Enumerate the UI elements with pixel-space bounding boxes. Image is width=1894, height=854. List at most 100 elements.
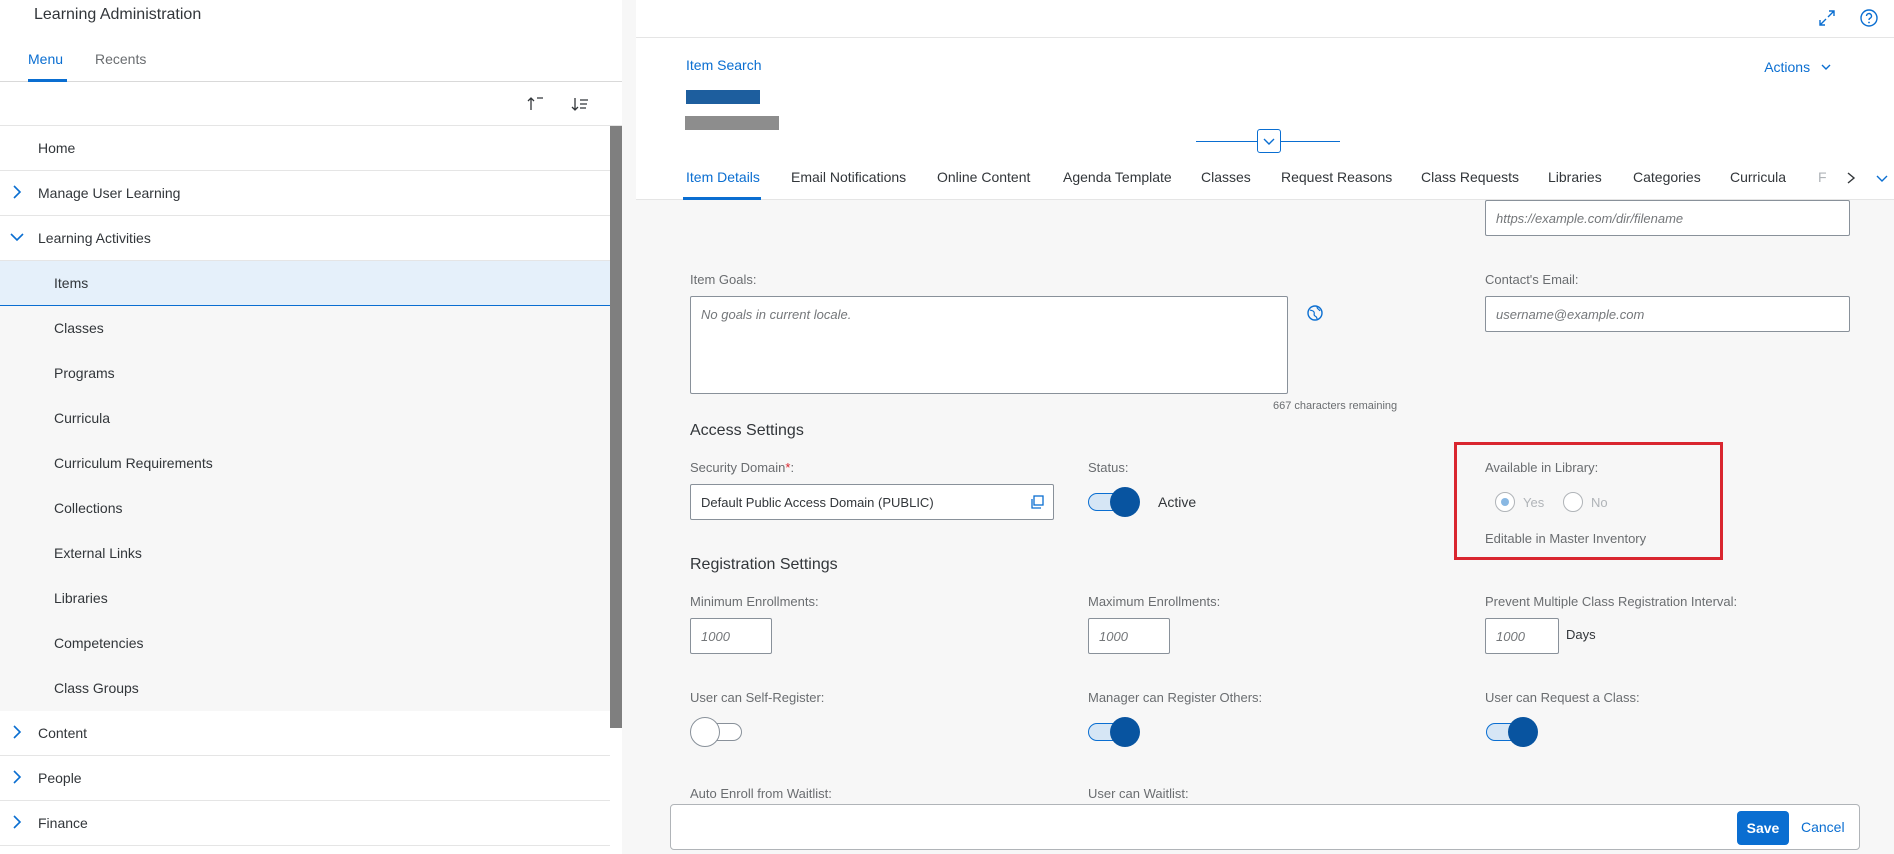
menu-item-people[interactable]: People [0,756,610,801]
breadcrumb-item-search[interactable]: Item Search [686,57,761,73]
menu-item-manage-user-learning[interactable]: Manage User Learning [0,171,610,216]
collapse-header-button[interactable] [1257,129,1281,153]
menu-item-learning-activities[interactable]: Learning Activities [0,216,610,261]
menu-item-label: Home [38,140,76,156]
menu-scrollbar[interactable] [610,126,622,728]
toggle-knob [690,717,720,747]
tab-recents[interactable]: Recents [95,51,146,67]
chevron-down-icon [1821,64,1831,70]
active-tab-indicator [683,197,761,200]
chevron-down-icon [1263,138,1275,145]
editable-master-inventory: Editable in Master Inventory [1485,531,1647,546]
contact-email-field[interactable]: username@example.com [1485,296,1850,332]
item-goals-label: Item Goals: [690,272,757,287]
detail-panel: Item Search Actions Item Details Email N… [636,0,1894,854]
radio-selected-dot [1501,498,1509,506]
actions-menu-button[interactable]: Actions [1764,59,1832,75]
top-toolbar [636,0,1894,38]
tab-truncated[interactable]: F [1818,169,1827,185]
tab-request-reasons[interactable]: Request Reasons [1281,169,1392,185]
radio-yes[interactable] [1495,492,1515,512]
footer-toolbar: Save Cancel [670,804,1860,850]
status-toggle[interactable] [1086,486,1140,518]
min-enrollments-field[interactable]: 1000 [690,618,772,654]
status-label: Status: [1088,460,1129,475]
collapse-all-icon [527,97,543,110]
tab-overflow-chevron-down-icon[interactable] [1874,168,1890,188]
request-class-toggle[interactable] [1484,716,1538,748]
menu-item-items[interactable]: Items [0,261,610,306]
auto-enroll-label: Auto Enroll from Waitlist: [690,786,832,801]
cancel-button[interactable]: Cancel [1801,819,1845,835]
object-header: Item Search Actions Item Details Email N… [636,38,1894,200]
chevron-down-icon [10,233,24,242]
menu-item-content[interactable]: Content [0,711,610,756]
collapse-all-button[interactable] [526,94,546,117]
tab-classes[interactable]: Classes [1201,169,1251,185]
help-button[interactable] [1858,7,1880,29]
save-button[interactable]: Save [1737,811,1789,845]
scroll-tabs-right-icon[interactable] [1844,168,1858,188]
radio-no-label: No [1591,495,1608,510]
menu-item-collections[interactable]: Collections [0,486,610,531]
tab-menu[interactable]: Menu [28,51,63,67]
menu-item-finance[interactable]: Finance [0,801,610,846]
menu-item-external-links[interactable]: External Links [0,531,610,576]
access-settings-heading: Access Settings [690,422,804,439]
min-enrollments-label: Minimum Enrollments: [690,594,819,609]
max-enrollments-label: Maximum Enrollments: [1088,594,1221,609]
left-tab-bar: Menu Recents [0,38,622,82]
available-library-label: Available in Library: [1485,460,1599,475]
chevron-right-icon [13,770,22,784]
chevron-right-icon [13,725,22,739]
tab-curricula[interactable]: Curricula [1730,169,1786,185]
translate-button[interactable] [1306,304,1324,325]
menu-item-label: External Links [54,545,142,561]
menu-item-class-groups[interactable]: Class Groups [0,666,610,711]
manager-register-toggle[interactable] [1086,716,1140,748]
item-subtitle-redacted [685,116,779,130]
value-help-icon[interactable] [1029,494,1045,510]
security-domain-field[interactable]: Default Public Access Domain (PUBLIC) [690,484,1054,520]
tab-online-content[interactable]: Online Content [937,169,1030,185]
self-register-toggle[interactable] [690,716,744,748]
menu-item-label: Classes [54,320,104,336]
fullscreen-button[interactable] [1816,7,1838,29]
tab-categories[interactable]: Categories [1633,169,1701,185]
prevent-interval-field[interactable]: 1000 [1485,618,1559,654]
item-title-redacted [686,90,760,104]
navigation-panel: Learning Administration Menu Recents Hom… [0,0,622,854]
chevron-right-icon [13,185,22,199]
menu-item-programs[interactable]: Programs [0,351,610,396]
app-title: Learning Administration [34,6,202,23]
menu-item-competencies[interactable]: Competencies [0,621,610,666]
request-class-label: User can Request a Class: [1485,690,1640,705]
max-enrollments-field[interactable]: 1000 [1088,618,1170,654]
tab-libraries[interactable]: Libraries [1548,169,1602,185]
menu-item-home[interactable]: Home [0,126,610,171]
contact-email-label: Contact's Email: [1485,272,1579,287]
radio-no[interactable] [1563,492,1583,512]
menu-item-curriculum-requirements[interactable]: Curriculum Requirements [0,441,610,486]
menu-item-classes[interactable]: Classes [0,306,610,351]
toggle-knob [1508,717,1538,747]
tab-class-requests[interactable]: Class Requests [1421,169,1519,185]
sort-button[interactable] [570,94,590,117]
menu-item-curricula[interactable]: Curricula [0,396,610,441]
url-field[interactable]: https://example.com/dir/filename [1485,200,1850,236]
menu-item-libraries[interactable]: Libraries [0,576,610,621]
menu-list: Home Manage User Learning Learning Activ… [0,126,610,846]
tab-item-details[interactable]: Item Details [686,169,760,185]
characters-remaining: 667 characters remaining [1273,400,1398,412]
help-icon [1860,9,1878,27]
menu-item-label: People [38,770,82,786]
item-goals-textarea[interactable]: No goals in current locale. [690,296,1288,394]
toggle-knob [1110,717,1140,747]
sort-icon [571,98,588,111]
actions-label: Actions [1764,59,1811,75]
tab-agenda-template[interactable]: Agenda Template [1063,169,1172,185]
menu-item-label: Learning Activities [38,230,151,246]
menu-item-label: Items [54,275,89,291]
tab-email-notifications[interactable]: Email Notifications [791,169,906,185]
menu-item-label: Libraries [54,590,108,606]
